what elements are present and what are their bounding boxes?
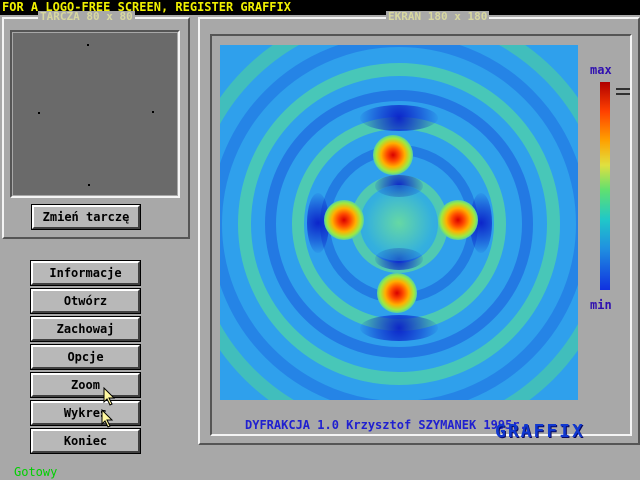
arrow-cursor-icon <box>103 387 116 406</box>
aperture-dot <box>38 112 40 114</box>
screen-caption: EKRAN 180 x 180 <box>386 10 490 23</box>
center-glow <box>358 185 440 261</box>
legend-min-label: min <box>590 298 612 312</box>
intensity-peak <box>373 135 413 175</box>
legend-slider-handle[interactable] <box>616 93 630 95</box>
target-caption: TARCZA 80 x 80 <box>38 10 135 23</box>
arrow-cursor-icon <box>101 409 114 428</box>
chart-button[interactable]: Wykres <box>30 400 141 426</box>
legend-slider-handle[interactable] <box>616 88 630 90</box>
graffix-logo: GRAFFIX <box>495 421 585 442</box>
diffraction-image[interactable] <box>220 45 578 400</box>
intensity-legend <box>600 82 610 290</box>
open-button[interactable]: Otwórz <box>30 288 141 314</box>
options-button[interactable]: Opcje <box>30 344 141 370</box>
dark-fringe <box>360 105 438 131</box>
exit-button[interactable]: Koniec <box>30 428 141 454</box>
intensity-peak <box>377 273 417 313</box>
zoom-button[interactable]: Zoom <box>30 372 141 398</box>
info-button[interactable]: Informacje <box>30 260 141 286</box>
dark-fringe <box>360 315 438 341</box>
status-text: Gotowy <box>14 465 58 479</box>
aperture-dot <box>87 44 89 46</box>
intensity-peak <box>438 200 478 240</box>
aperture-dot <box>88 184 90 186</box>
legend-max-label: max <box>590 63 612 77</box>
app-credit: DYFRAKCJA 1.0 Krzysztof SZYMANEK 1995r. <box>245 418 527 432</box>
intensity-peak <box>324 200 364 240</box>
target-canvas[interactable] <box>13 33 177 195</box>
change-target-button[interactable]: Zmień tarczę <box>31 204 141 230</box>
aperture-dot <box>152 111 154 113</box>
save-button[interactable]: Zachowaj <box>30 316 141 342</box>
